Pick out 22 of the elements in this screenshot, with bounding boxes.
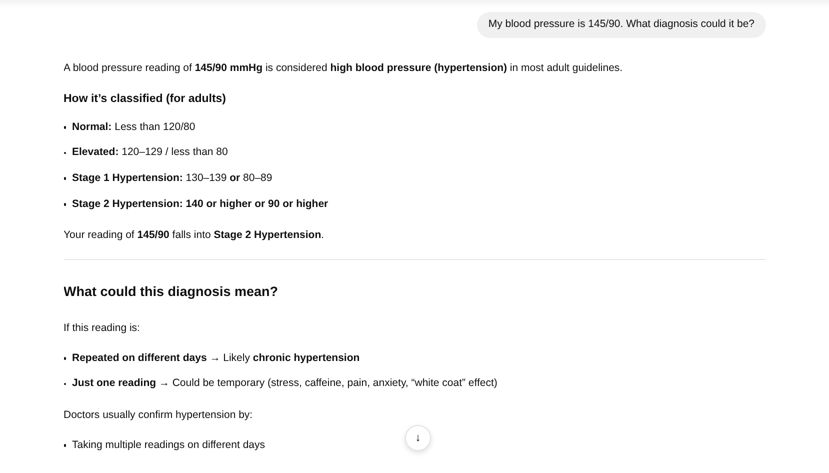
bullet-icon [64,444,66,447]
list-item-text: Just one reading → Could be temporary (stress, caffeine, pain, anxiety, “white coat” effect) [72,377,498,392]
answer-paragraph: If this reading is: [64,322,141,336]
bullet-icon [64,203,66,206]
answer-paragraph: Your reading of 145/90 falls into Stage 2 Hypertension. [64,229,326,243]
list-item-text: Taking multiple readings on different days [72,438,266,452]
answer-paragraph: A blood pressure reading of 145/90 mmHg is considered high blood pressure (hypertension) in most adult guidelines. [64,62,624,76]
answer-paragraph: Doctors usually confirm hypertension by: [64,409,254,423]
list-item-text: Stage 2 Hypertension: 140 or higher or 90 or higher [72,198,328,212]
list-item-text: Repeated on different days → Likely chronic hypertension [72,352,360,366]
list-item-text: Elevated: 120–129 / less than 80 [72,146,228,160]
list-item-text: Stage 1 Hypertension: 130–139 or 80–89 [72,172,272,186]
bullet-icon [64,382,66,386]
list-item-text: Normal: Less than 120/80 [72,120,196,134]
bullet-icon [64,152,66,154]
bullet-icon [64,126,66,129]
user-message-bubble: My blood pressure is 145/90. What diagnosis could it be? [477,12,766,38]
scroll-down-button[interactable]: ↓ [405,425,431,451]
section-heading: What could this diagnosis mean? [64,282,280,301]
section-subheading: How it’s classified (for adults) [64,92,228,108]
bullet-icon [64,357,66,360]
bullet-icon [64,177,66,180]
